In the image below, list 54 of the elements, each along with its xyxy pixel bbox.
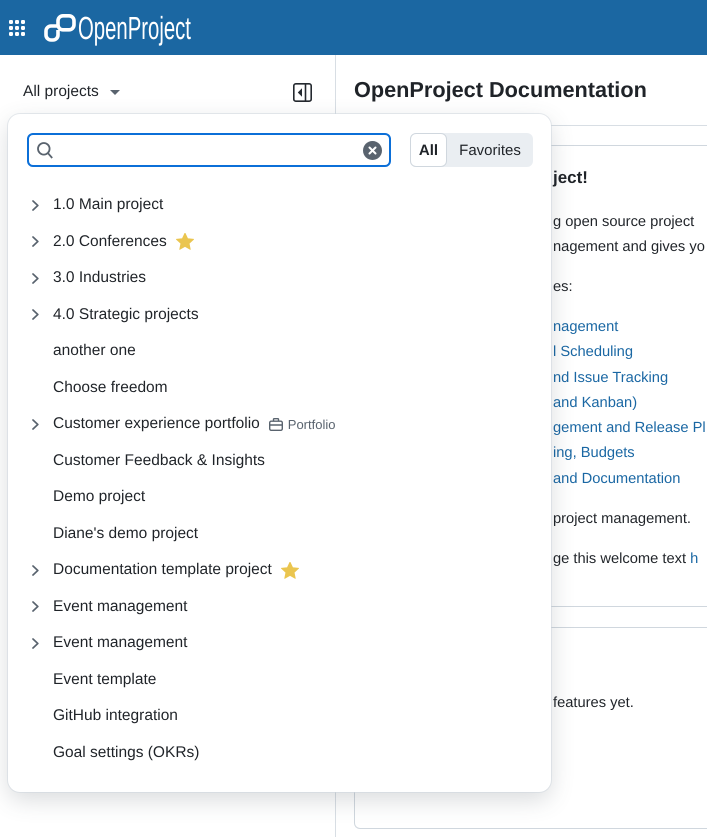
- feature-link[interactable]: nd Issue Tracking: [553, 366, 668, 391]
- paragraph: g open source project nagement and gives yo: [553, 213, 705, 257]
- project-link[interactable]: 2.0 Conferences: [53, 232, 167, 251]
- text-link[interactable]: h: [690, 551, 698, 568]
- chevron-icon[interactable]: [32, 236, 38, 248]
- project-link[interactable]: Goal settings (OKRs): [53, 744, 200, 762]
- app-name[interactable]: OpenProject: [78, 10, 191, 46]
- paragraph: features yet.: [553, 694, 634, 713]
- chevron-icon[interactable]: [32, 601, 38, 612]
- logo-icon[interactable]: [44, 14, 76, 42]
- project-link[interactable]: Choose freedom: [53, 378, 168, 397]
- project-link[interactable]: 1.0 Main project: [53, 196, 164, 214]
- project-link[interactable]: 4.0 Strategic projects: [53, 306, 199, 324]
- chevron-icon[interactable]: [32, 418, 38, 430]
- chevron-icon[interactable]: [32, 272, 38, 284]
- caret-icon: [110, 90, 120, 94]
- project-link[interactable]: Customer experience portfolio: [53, 415, 260, 434]
- chevron-icon[interactable]: [32, 309, 38, 320]
- paragraph: project management.: [553, 510, 691, 530]
- search-icon: [37, 142, 53, 158]
- feature-link[interactable]: nagement: [553, 315, 618, 340]
- clear-icon[interactable]: [363, 140, 382, 160]
- page-title: OpenProject Documentation: [354, 77, 647, 103]
- project-link[interactable]: Demo project: [53, 488, 146, 506]
- filter-tab[interactable]: Favorites: [447, 133, 533, 167]
- star-icon[interactable]: [176, 233, 194, 250]
- feature-link[interactable]: and Documentation: [553, 466, 680, 492]
- project-link[interactable]: 3.0 Industries: [53, 269, 146, 288]
- project-selector[interactable]: All projects: [23, 83, 120, 101]
- project-link[interactable]: GitHub integration: [53, 707, 178, 726]
- chevron-icon[interactable]: [32, 564, 38, 576]
- paragraph: es:: [553, 278, 573, 297]
- star-icon[interactable]: [280, 562, 299, 579]
- project-link[interactable]: Customer Feedback & Insights: [53, 452, 265, 470]
- project-link[interactable]: another one: [53, 342, 136, 360]
- chevron-icon[interactable]: [32, 638, 38, 649]
- badge-label: Portfolio: [288, 416, 336, 432]
- filter-tab[interactable]: All: [410, 133, 447, 167]
- feature-link[interactable]: ing, Budgets: [553, 441, 635, 467]
- sidebar-toggle-icon[interactable]: [293, 82, 312, 102]
- project-link[interactable]: Event management: [53, 634, 188, 652]
- widget-heading: ject!: [553, 167, 588, 189]
- project-link[interactable]: Documentation template project: [53, 561, 272, 580]
- chevron-icon[interactable]: [32, 200, 38, 211]
- feature-link[interactable]: l Scheduling: [553, 340, 634, 366]
- feature-link[interactable]: gement and Release Pl: [553, 416, 706, 442]
- feature-link[interactable]: and Kanban): [553, 390, 638, 416]
- project-link[interactable]: Event management: [53, 598, 188, 616]
- project-link[interactable]: Event template: [53, 670, 156, 689]
- search-field[interactable]: [27, 133, 391, 167]
- project-link[interactable]: Diane's demo project: [53, 524, 198, 543]
- app-grid-icon[interactable]: [9, 20, 25, 36]
- paragraph: ge this welcome text h: [553, 550, 698, 570]
- briefcase-icon: [268, 418, 283, 431]
